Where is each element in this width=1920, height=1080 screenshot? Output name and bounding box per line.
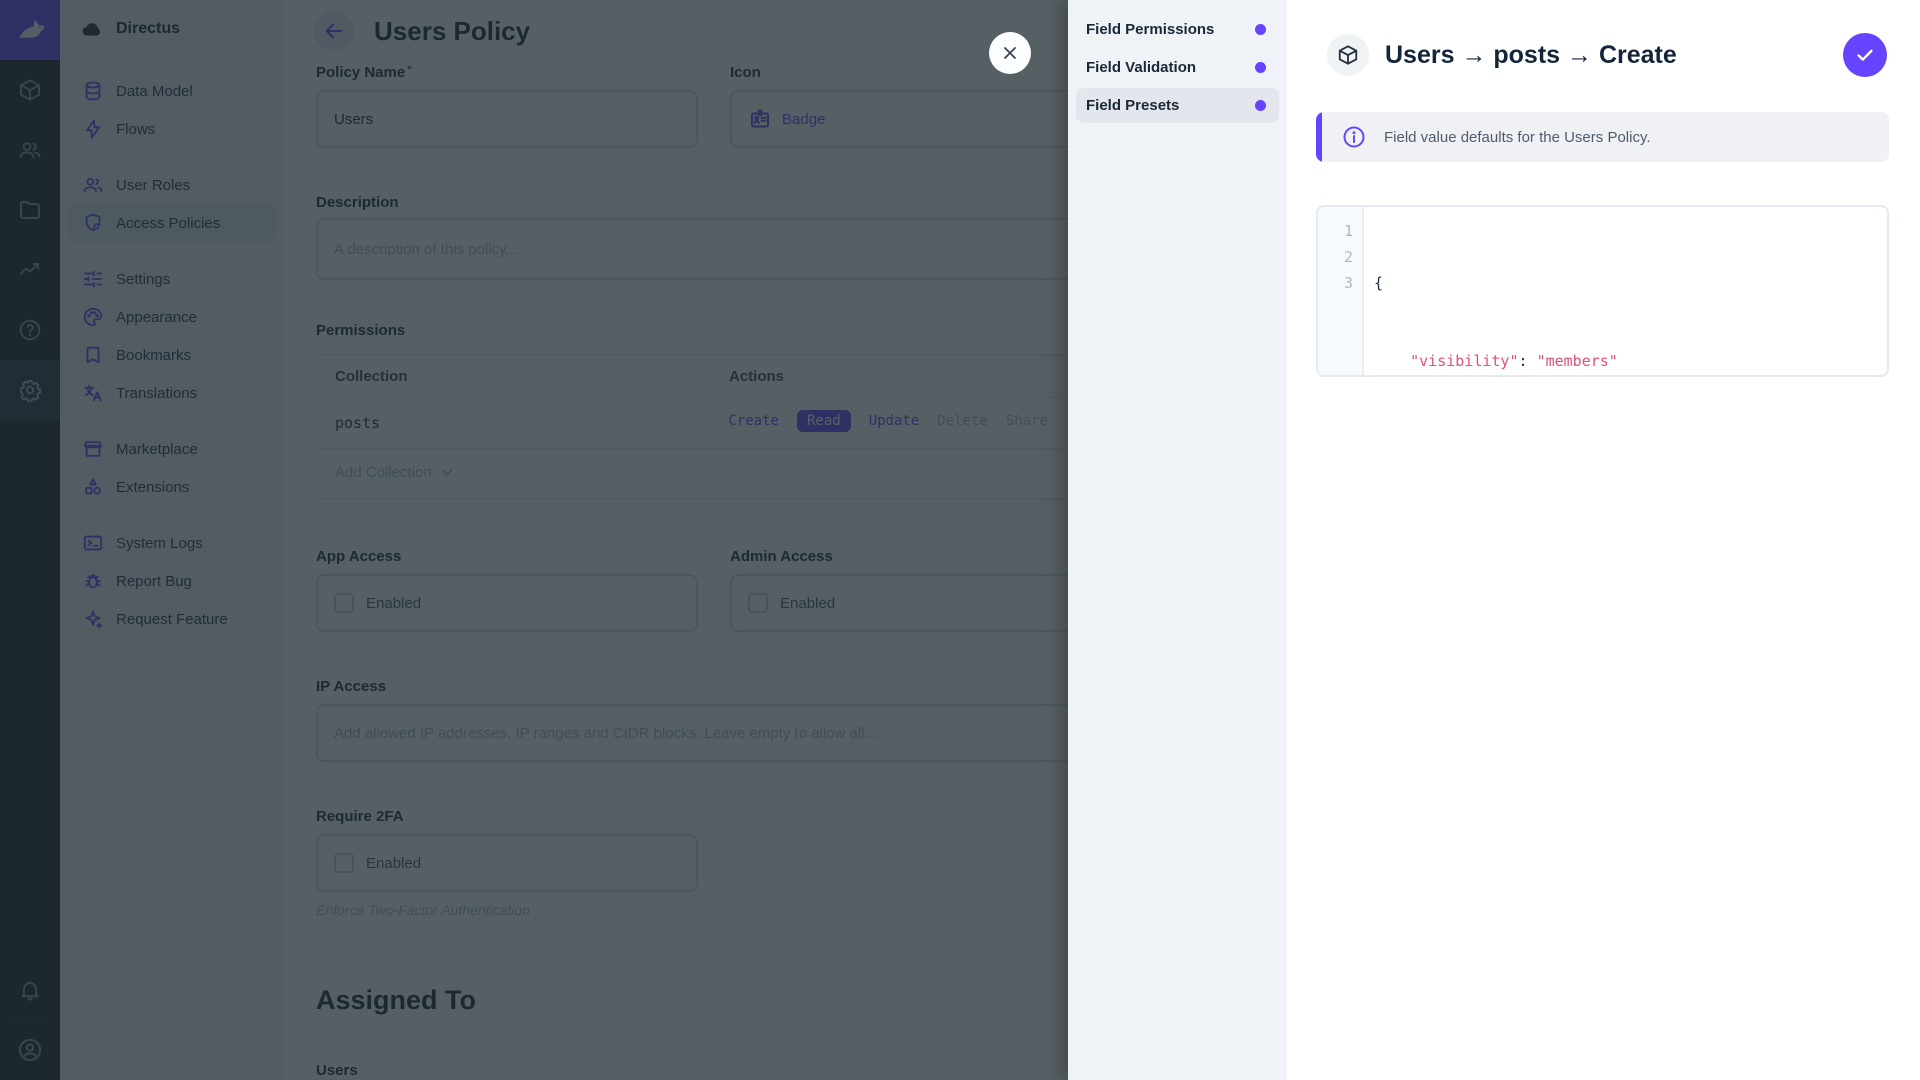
status-dot-icon <box>1255 24 1266 35</box>
cube-icon <box>1337 44 1359 66</box>
status-dot-icon <box>1255 62 1266 73</box>
confirm-button[interactable] <box>1843 33 1887 77</box>
line-number: 2 <box>1318 244 1353 270</box>
line-number-gutter: 1 2 3 <box>1318 207 1364 375</box>
drawer-content: Users → posts → Create Field value defau… <box>1287 0 1920 1080</box>
line-number: 1 <box>1318 218 1353 244</box>
drawer-close-button[interactable] <box>989 32 1031 74</box>
field-presets-drawer: Field Permissions Field Validation Field… <box>1068 0 1920 1080</box>
tab-field-validation[interactable]: Field Validation <box>1076 50 1279 85</box>
status-dot-icon <box>1255 100 1266 111</box>
close-icon <box>1000 43 1020 63</box>
code-line: { <box>1374 270 1618 296</box>
check-icon <box>1854 44 1876 66</box>
code-editor[interactable]: 1 2 3 { "visibility": "members" } <box>1316 205 1889 377</box>
line-number: 3 <box>1318 270 1353 296</box>
notice-text: Field value defaults for the Users Polic… <box>1384 129 1651 146</box>
info-icon <box>1342 125 1366 149</box>
code-line: "visibility": "members" <box>1374 348 1618 374</box>
code-content[interactable]: { "visibility": "members" } <box>1364 207 1618 375</box>
drawer-header-icon-circle <box>1327 34 1369 76</box>
drawer-title: Users → posts → Create <box>1385 41 1677 70</box>
drawer-navigation: Field Permissions Field Validation Field… <box>1068 0 1287 1080</box>
tab-field-presets[interactable]: Field Presets <box>1076 88 1279 123</box>
info-notice: Field value defaults for the Users Polic… <box>1316 112 1889 162</box>
tab-field-permissions[interactable]: Field Permissions <box>1076 12 1279 47</box>
